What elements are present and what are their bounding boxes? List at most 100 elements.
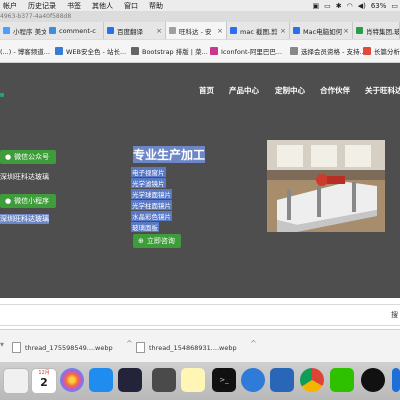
- xcode-icon[interactable]: [270, 368, 294, 392]
- bookmark-label: 选择会员资格 - 支持...: [301, 48, 366, 56]
- bookmark-label: Bootstrap 排版 | 菜...: [142, 48, 208, 56]
- site-nav: 首页 产品中心 定制中心 合作伙伴 关于旺科达: [0, 63, 400, 115]
- tab-3[interactable]: 旺科达 - 安 ×: [166, 22, 227, 39]
- close-icon[interactable]: ×: [343, 27, 349, 35]
- wechat-mini-button[interactable]: ● 微信小程序: [0, 194, 56, 208]
- qq-icon[interactable]: [361, 368, 385, 392]
- address-fragment: 4963-b377-4a40f588d8: [0, 13, 72, 20]
- chevron-up-icon[interactable]: ^: [126, 339, 133, 348]
- product-item[interactable]: 光学滤镜片: [131, 178, 166, 188]
- bookmark-label: (...) - 博客频道...: [0, 48, 50, 56]
- wechat-public-button[interactable]: ● 微信公众号: [0, 150, 56, 164]
- wechat-mini-label: 微信小程序: [14, 197, 50, 205]
- product-item[interactable]: 光学柱面镜片: [131, 200, 172, 210]
- dropbox-icon[interactable]: ▣: [312, 2, 319, 10]
- download-shelf: ▾ thread_175598549....webp ^ thread_1548…: [0, 329, 400, 363]
- nav-products[interactable]: 产品中心: [229, 85, 259, 96]
- tab-label: 小程序 美文: [13, 27, 48, 36]
- wifi-icon[interactable]: ◠: [347, 2, 353, 10]
- tab-4[interactable]: mac 截图,剪 ×: [227, 22, 290, 39]
- menu-people[interactable]: 其他人: [92, 1, 113, 11]
- sublime-text-icon[interactable]: [152, 368, 176, 392]
- nav-about[interactable]: 关于旺科达: [365, 85, 400, 96]
- bookmark-1[interactable]: WEB安全色 - 站长...: [55, 46, 126, 56]
- tab-favicon: [49, 27, 56, 34]
- bookmark-5[interactable]: 长篇分析: [363, 46, 400, 56]
- bookmarks-bar: (...) - 博客频道... WEB安全色 - 站长... Bootstrap…: [0, 40, 400, 63]
- product-item[interactable]: 电子视窗片: [131, 167, 166, 177]
- consult-button[interactable]: ⊕ 立即咨询: [133, 234, 181, 248]
- bookmark-2[interactable]: Bootstrap 排版 | 菜...: [131, 46, 208, 56]
- nav-partners[interactable]: 合作伙伴: [320, 85, 350, 96]
- tab-label: mac 截图,剪: [240, 27, 278, 36]
- terminal-icon[interactable]: >_: [212, 368, 236, 392]
- download-label: thread_175598549....webp: [25, 343, 113, 352]
- app-store-icon[interactable]: [89, 368, 113, 392]
- download-item-2[interactable]: thread_154868931....webp: [136, 342, 237, 353]
- reminders-icon[interactable]: [3, 368, 29, 394]
- product-item[interactable]: 玻璃面板: [131, 222, 159, 232]
- tab-favicon: [169, 27, 176, 34]
- bookmark-label: WEB安全色 - 站长...: [66, 48, 127, 56]
- menu-window[interactable]: 窗口: [124, 1, 138, 11]
- bookmark-favicon: [131, 47, 139, 55]
- product-item[interactable]: 水晶彩色镜片: [131, 211, 172, 221]
- arrow-icon: ⊕: [138, 237, 144, 245]
- bookmark-favicon: [210, 47, 218, 55]
- tab-label: Mac电脑如何: [303, 27, 343, 36]
- nav-home[interactable]: 首页: [199, 85, 214, 96]
- bookmark-label: Iconfont-阿里巴巴...: [221, 48, 283, 56]
- consult-label: 立即咨询: [146, 237, 175, 245]
- chevron-up-icon[interactable]: ^: [250, 339, 257, 348]
- search-bar[interactable]: 搜: [0, 304, 400, 326]
- calendar-icon[interactable]: 12月 2: [31, 368, 57, 394]
- status-area: ▣ ▭ ✱ ◠ ◀) 63% ▭: [312, 0, 398, 11]
- menu-account[interactable]: 帐户: [3, 1, 17, 11]
- download-item-1[interactable]: thread_175598549....webp: [12, 342, 113, 353]
- search-button-label[interactable]: 搜: [391, 310, 398, 320]
- wechat-public-label: 微信公众号: [14, 153, 50, 161]
- chrome-icon[interactable]: [300, 368, 324, 392]
- battery-icon[interactable]: ▭: [391, 2, 398, 10]
- product-item[interactable]: 光学球面镜片: [131, 189, 172, 199]
- notes-icon[interactable]: [181, 368, 205, 392]
- menu-help[interactable]: 帮助: [149, 1, 163, 11]
- volume-icon[interactable]: ◀): [358, 2, 366, 10]
- nav-custom[interactable]: 定制中心: [275, 85, 305, 96]
- close-icon[interactable]: ×: [217, 27, 223, 35]
- tab-1[interactable]: comment-c: [46, 22, 104, 39]
- safari-icon[interactable]: [241, 368, 265, 392]
- visual-studio-icon[interactable]: [118, 368, 142, 392]
- screen-icon[interactable]: ▭: [324, 2, 331, 10]
- dl-partial-icon: ▾: [0, 340, 5, 349]
- site-logo-icon[interactable]: [0, 93, 4, 97]
- tab-label: comment-c: [59, 26, 96, 35]
- partial-app-icon[interactable]: [392, 368, 400, 392]
- bookmark-3[interactable]: Iconfont-阿里巴巴...: [210, 46, 282, 56]
- bookmark-label: 长篇分析: [374, 48, 400, 56]
- close-icon[interactable]: ×: [156, 27, 162, 35]
- wechat-icon: ●: [5, 153, 12, 161]
- tab-favicon: [3, 27, 10, 34]
- tab-6[interactable]: 肖特集团,玻: [353, 22, 400, 39]
- file-icon: [12, 342, 21, 353]
- tab-label: 百度翻译: [117, 27, 143, 36]
- tab-5[interactable]: Mac电脑如何 ×: [290, 22, 353, 39]
- close-icon[interactable]: ×: [280, 27, 286, 35]
- bookmark-0[interactable]: (...) - 博客频道...: [0, 46, 50, 56]
- wechat-dock-icon[interactable]: [330, 368, 354, 392]
- tab-label: 肖特集团,玻: [366, 27, 400, 36]
- tab-favicon: [356, 27, 363, 34]
- calendar-day: 2: [40, 376, 48, 389]
- menu-history[interactable]: 历史记录: [28, 1, 56, 11]
- tab-2[interactable]: 百度翻译 ×: [104, 22, 166, 39]
- menu-bookmarks[interactable]: 书签: [67, 1, 81, 11]
- bluetooth-icon[interactable]: ✱: [336, 2, 342, 10]
- download-label: thread_154868931....webp: [149, 343, 237, 352]
- wechat-icon: ●: [5, 197, 12, 205]
- calendar-month: 12月: [38, 370, 50, 376]
- photos-icon[interactable]: [60, 368, 84, 392]
- tab-label: 旺科达 - 安: [179, 27, 212, 36]
- hero-headline: 专业生产加工: [133, 146, 206, 163]
- bookmark-4[interactable]: 选择会员资格 - 支持...: [290, 46, 366, 56]
